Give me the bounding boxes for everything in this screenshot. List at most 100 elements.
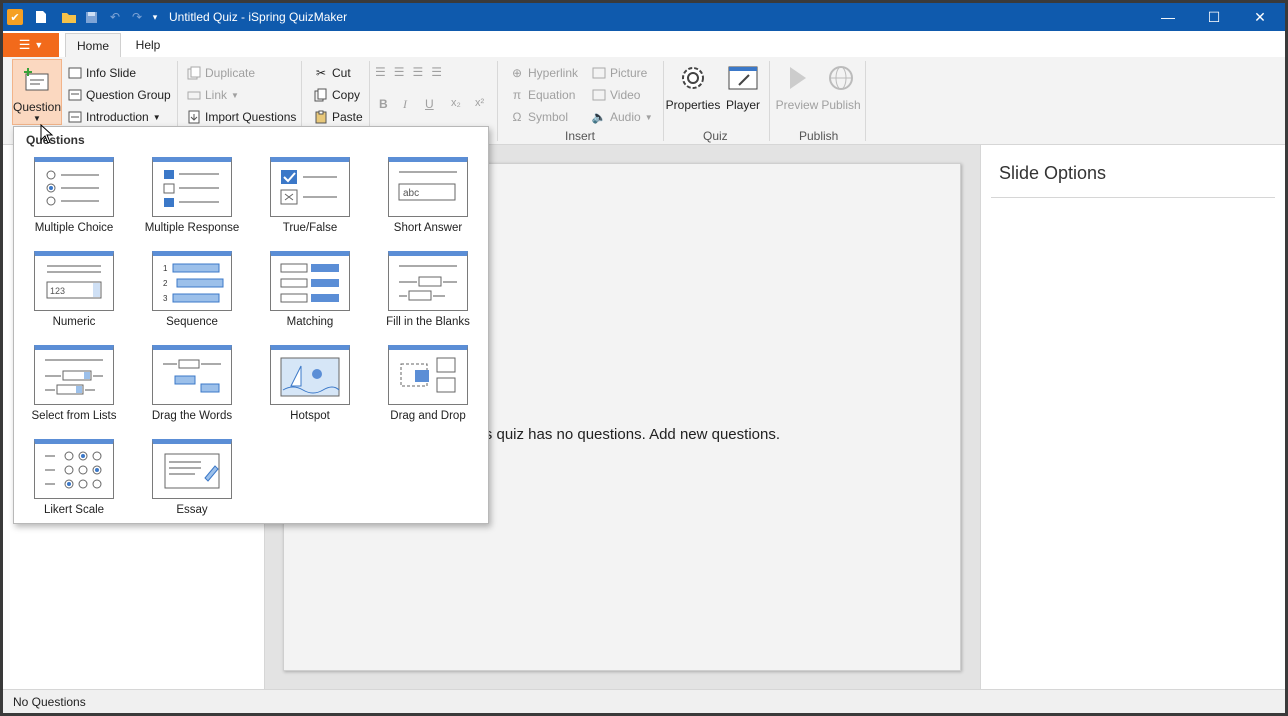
question-type-drag-and-drop[interactable]: Drag and Drop: [369, 345, 487, 435]
question-type-multiple-response[interactable]: Multiple Response: [133, 157, 251, 247]
publish-label: Publish: [821, 98, 861, 112]
preview-button[interactable]: Preview: [773, 61, 821, 112]
fill-in-blanks-icon: [388, 251, 468, 311]
play-icon: [780, 61, 814, 95]
slide-options-panel: Slide Options: [980, 145, 1285, 689]
duplicate-button[interactable]: Duplicate: [186, 65, 255, 81]
symbol-label: Symbol: [528, 110, 569, 124]
video-button[interactable]: Video: [591, 87, 640, 103]
minimize-button[interactable]: —: [1145, 3, 1191, 31]
bold-button[interactable]: B: [379, 97, 388, 111]
question-type-essay[interactable]: Essay: [133, 439, 251, 529]
question-group-button[interactable]: Question Group: [67, 87, 171, 103]
app-icon[interactable]: ✔: [7, 9, 23, 25]
copy-icon: [313, 87, 329, 103]
import-questions-button[interactable]: Import Questions: [186, 109, 296, 125]
title-bar: ✔ ↶ ↷ ▾ Untitled Quiz - iSpring QuizMake…: [3, 3, 1285, 31]
question-type-fill-in-the-blanks[interactable]: Fill in the Blanks: [369, 251, 487, 341]
question-group-icon: [67, 87, 83, 103]
insert-group-label: Insert: [565, 129, 596, 143]
question-type-label: Short Answer: [393, 222, 463, 234]
introduction-icon: [67, 109, 83, 125]
slide-options-title: Slide Options: [999, 163, 1107, 183]
hotspot-icon: [270, 345, 350, 405]
properties-button[interactable]: Properties: [666, 61, 720, 112]
question-type-label: Matching: [286, 316, 334, 328]
matching-icon: [270, 251, 350, 311]
info-slide-button[interactable]: Info Slide: [67, 65, 136, 81]
audio-label: Audio: [610, 110, 641, 124]
introduction-button[interactable]: Introduction ▼: [67, 109, 161, 125]
status-bar: No Questions: [3, 689, 1285, 713]
equation-label: Equation: [528, 88, 576, 102]
symbol-button[interactable]: Ω Symbol: [509, 109, 569, 125]
question-type-hotspot[interactable]: Hotspot: [251, 345, 369, 435]
open-folder-icon[interactable]: [61, 9, 77, 25]
superscript-button[interactable]: x²: [475, 97, 484, 109]
picture-button[interactable]: Picture: [591, 65, 647, 81]
multiple-response-icon: [152, 157, 232, 217]
undo-icon[interactable]: ↶: [107, 9, 123, 25]
question-type-sequence[interactable]: 1 2 3 Sequence: [133, 251, 251, 341]
window-title: Untitled Quiz - iSpring QuizMaker: [169, 10, 348, 24]
ribbon-separator: [865, 61, 866, 141]
tab-home[interactable]: Home: [65, 33, 121, 57]
underline-button[interactable]: U: [425, 97, 434, 111]
maximize-button[interactable]: ☐: [1191, 3, 1237, 31]
question-type-true-false[interactable]: True/False: [251, 157, 369, 247]
publish-button[interactable]: Publish: [819, 61, 863, 112]
question-type-numeric[interactable]: 123 Numeric: [15, 251, 133, 341]
tab-help[interactable]: Help: [127, 33, 169, 57]
info-slide-icon: [67, 65, 83, 81]
omega-icon: Ω: [512, 110, 522, 124]
drag-the-words-icon: [152, 345, 232, 405]
subscript-button[interactable]: x₂: [451, 97, 461, 109]
true-false-icon: [270, 157, 350, 217]
customize-toolbar-icon[interactable]: ▾: [147, 9, 163, 25]
equation-button[interactable]: π Equation: [509, 87, 576, 103]
hyperlink-button[interactable]: ⊕ Hyperlink: [509, 65, 578, 81]
question-type-multiple-choice[interactable]: Multiple Choice: [15, 157, 133, 247]
cut-button[interactable]: ✂ Cut: [313, 65, 351, 81]
question-type-likert-scale[interactable]: Likert Scale: [15, 439, 133, 529]
mouse-cursor-icon: [40, 123, 54, 144]
save-icon[interactable]: [83, 9, 99, 25]
seq-number: 1: [163, 264, 168, 273]
redo-icon[interactable]: ↷: [129, 9, 145, 25]
question-button[interactable]: Question ▼: [12, 59, 62, 125]
speaker-icon: 🔈: [591, 110, 607, 124]
question-type-label: Multiple Response: [144, 222, 240, 234]
duplicate-label: Duplicate: [205, 66, 256, 80]
question-type-select-from-lists[interactable]: Select from Lists: [15, 345, 133, 435]
italic-button[interactable]: I: [403, 97, 407, 112]
player-icon: [726, 61, 760, 95]
question-type-short-answer[interactable]: abc Short Answer: [369, 157, 487, 247]
quiz-group-label: Quiz: [703, 129, 728, 143]
select-from-lists-icon: [34, 345, 114, 405]
list-format-tools[interactable]: ☰☰☰☰: [375, 65, 450, 79]
import-questions-label: Import Questions: [205, 110, 297, 124]
preview-label: Preview: [775, 98, 819, 112]
file-menu-button[interactable]: ☰ ▼: [3, 33, 59, 57]
question-type-label: Essay: [176, 504, 208, 516]
close-button[interactable]: ✕: [1237, 3, 1283, 31]
player-button[interactable]: Player: [723, 61, 763, 112]
copy-button[interactable]: Copy: [313, 87, 360, 103]
question-type-label: True/False: [282, 222, 338, 234]
link-button[interactable]: Link ▼: [186, 87, 239, 103]
question-type-label: Fill in the Blanks: [386, 316, 470, 328]
audio-button[interactable]: 🔈 Audio ▼: [591, 109, 653, 125]
question-type-label: Multiple Choice: [34, 222, 114, 234]
video-label: Video: [610, 88, 641, 102]
short-answer-icon: abc: [388, 157, 468, 217]
question-type-label: Drag the Words: [151, 410, 233, 422]
status-text: No Questions: [13, 695, 86, 709]
new-file-icon[interactable]: [33, 9, 49, 25]
publish-group-label: Publish: [799, 129, 839, 143]
question-type-label: Select from Lists: [31, 410, 117, 422]
question-type-matching[interactable]: Matching: [251, 251, 369, 341]
picture-label: Picture: [610, 66, 648, 80]
paste-button[interactable]: Paste: [313, 109, 363, 125]
question-type-drag-the-words[interactable]: Drag the Words: [133, 345, 251, 435]
cut-label: Cut: [332, 66, 351, 80]
